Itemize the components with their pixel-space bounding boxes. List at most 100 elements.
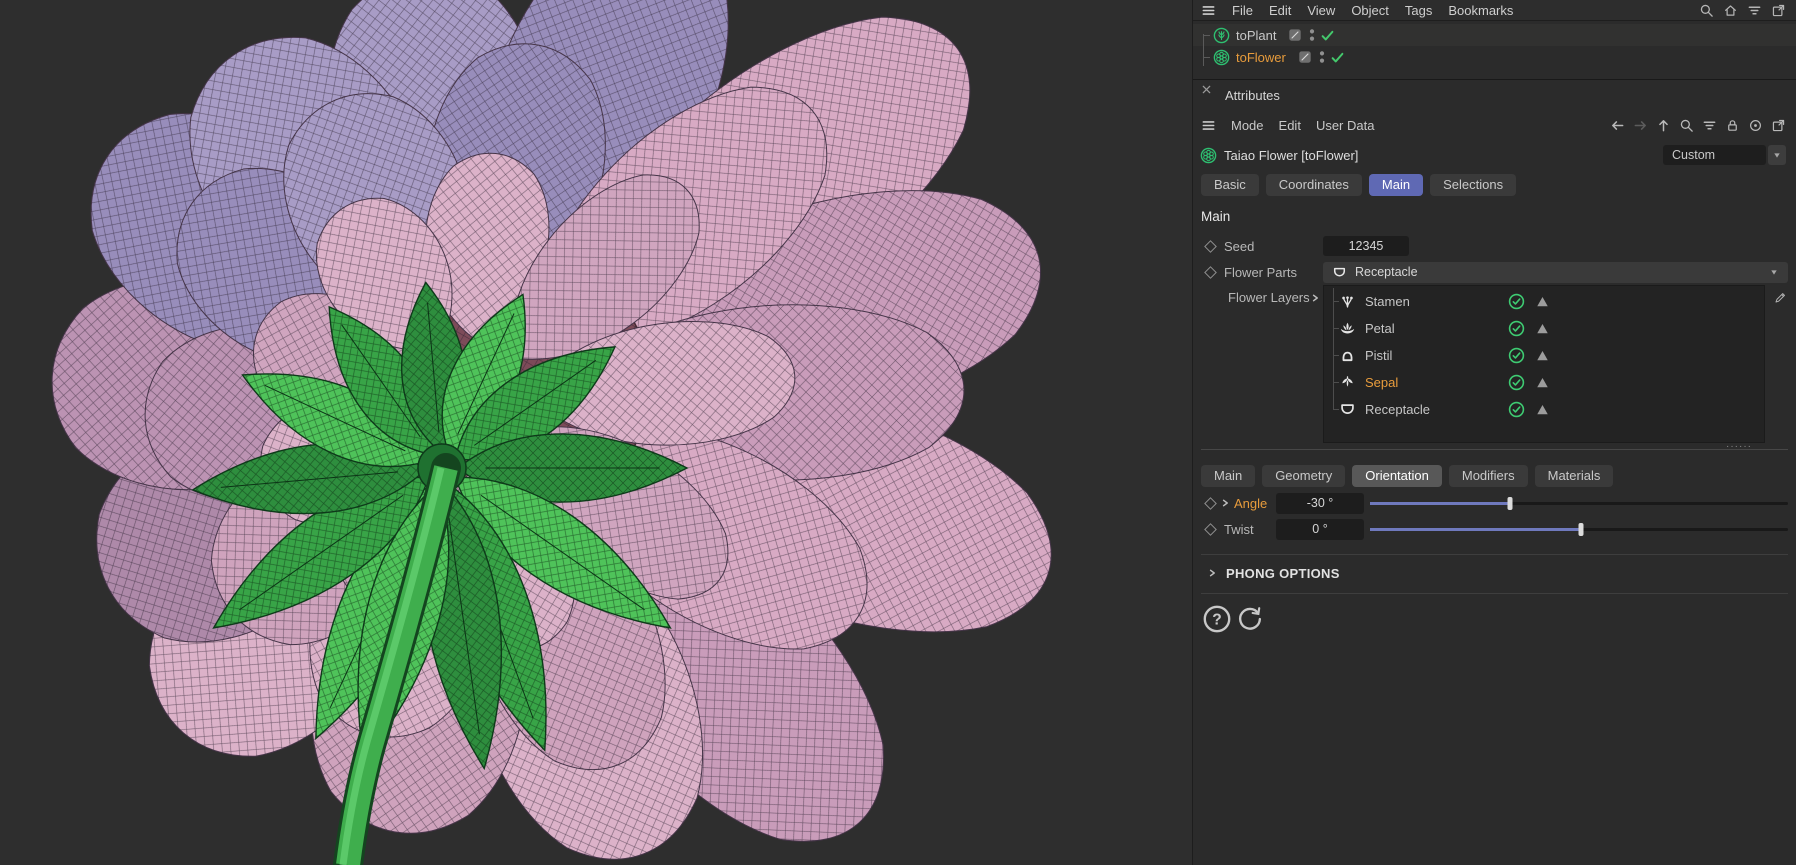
menu-file[interactable]: File [1232,3,1253,18]
tab-modifiers[interactable]: Modifiers [1448,465,1528,487]
hamburger-menu-icon[interactable] [1201,3,1216,18]
seed-input[interactable]: 12345 [1323,236,1409,256]
hamburger-menu-icon[interactable] [1201,118,1216,133]
menu-edit[interactable]: Edit [1279,118,1301,133]
plant-object-icon [1213,27,1230,44]
slider-handle[interactable] [1578,522,1584,536]
layer-triangle-icon[interactable] [1535,402,1550,417]
layer-enabled-check-icon[interactable] [1508,374,1525,391]
layer-triangle-icon[interactable] [1535,321,1550,336]
undock-icon[interactable] [1771,3,1786,18]
lock-icon[interactable] [1725,118,1740,133]
flower-parts-row: Flower Parts Receptacle [1193,259,1796,285]
menu-object[interactable]: Object [1351,3,1389,18]
preset-dropdown[interactable]: Custom [1663,145,1766,165]
seed-row: Seed 12345 [1193,233,1796,259]
layer-name[interactable]: Receptacle [1365,402,1430,417]
3d-viewport[interactable] [0,0,1192,865]
layer-enabled-check-icon[interactable] [1508,320,1525,337]
edit-tag-icon[interactable] [1298,50,1312,64]
menu-user-data[interactable]: User Data [1316,118,1375,133]
back-arrow-icon[interactable] [1610,118,1625,133]
layer-triangle-icon[interactable] [1535,294,1550,309]
menu-bookmarks[interactable]: Bookmarks [1448,3,1513,18]
tab-selections[interactable]: Selections [1430,174,1517,196]
reset-icon[interactable] [1235,604,1265,634]
list-resize-divider: ······ [1201,441,1788,457]
layer-triangle-icon[interactable] [1535,375,1550,390]
chevron-right-icon[interactable] [1220,498,1230,508]
tab-coordinates[interactable]: Coordinates [1265,174,1362,196]
menu-mode[interactable]: Mode [1231,118,1264,133]
keyframe-diamond-icon[interactable] [1204,496,1217,510]
angle-label: Angle [1234,495,1268,511]
tab-orientation[interactable]: Orientation [1352,465,1442,487]
search-icon[interactable] [1679,118,1694,133]
layer-name[interactable]: Petal [1365,321,1395,336]
layer-name[interactable]: Sepal [1365,375,1398,390]
keyframe-diamond-icon[interactable] [1204,239,1217,253]
layer-row-pistil[interactable]: Pistil [1324,342,1764,369]
edit-tag-icon[interactable] [1288,28,1302,42]
layer-enabled-check-icon[interactable] [1508,293,1525,310]
filter-icon[interactable] [1747,3,1762,18]
close-icon[interactable] [1201,84,1212,95]
object-name[interactable]: toFlower [1236,50,1286,65]
layer-enabled-check-icon[interactable] [1508,401,1525,418]
layer-name[interactable]: Pistil [1365,348,1392,363]
tab-materials[interactable]: Materials [1534,465,1614,487]
flower-layers-list: Stamen Petal Pistil Sepal Receptacle [1323,285,1765,443]
resize-handle[interactable]: ······ [1726,441,1752,452]
flower-parts-dropdown[interactable]: Receptacle [1323,261,1788,283]
forward-arrow-icon[interactable] [1633,118,1648,133]
visibility-dots-icon[interactable] [1308,27,1316,43]
object-row-toplant[interactable]: toPlant [1193,24,1796,46]
visibility-dots-icon[interactable] [1318,49,1326,65]
tab-main[interactable]: Main [1368,174,1424,196]
target-icon[interactable] [1748,118,1763,133]
layer-triangle-icon[interactable] [1535,348,1550,363]
tree-branch [1333,355,1339,356]
object-row-toflower[interactable]: toFlower [1193,46,1796,68]
object-title-row: Taiao Flower [toFlower] Custom [1193,140,1796,170]
slider-fill [1370,527,1581,531]
object-name[interactable]: toPlant [1236,28,1276,43]
menu-edit[interactable]: Edit [1269,3,1291,18]
attributes-panel: Attributes Mode Edit User Data Taiao Flo… [1193,79,1796,634]
tab-geometry[interactable]: Geometry [1262,465,1346,487]
home-icon[interactable] [1723,3,1738,18]
preset-dropdown-caret[interactable] [1768,145,1786,165]
phong-options-header[interactable]: PHONG OPTIONS [1193,555,1796,591]
up-arrow-icon[interactable] [1656,118,1671,133]
layer-row-sepal[interactable]: Sepal [1324,369,1764,396]
layer-row-stamen[interactable]: Stamen [1324,288,1764,315]
angle-slider[interactable] [1370,496,1788,510]
layer-enabled-check-icon[interactable] [1508,347,1525,364]
keyframe-diamond-icon[interactable] [1204,265,1217,279]
layer-row-petal[interactable]: Petal [1324,315,1764,342]
keyframe-diamond-icon[interactable] [1204,522,1217,536]
pencil-icon[interactable] [1773,291,1787,305]
angle-input[interactable]: -30 ° [1276,492,1364,514]
enabled-check-icon[interactable] [1330,50,1345,65]
enabled-check-icon[interactable] [1320,28,1335,43]
filter-icon[interactable] [1702,118,1717,133]
undock-icon[interactable] [1771,118,1786,133]
slider-fill [1370,501,1511,505]
menu-view[interactable]: View [1307,3,1335,18]
tab-basic[interactable]: Basic [1201,174,1259,196]
svg-text:?: ? [1212,612,1221,629]
twist-input[interactable]: 0 ° [1276,518,1364,540]
menu-tags[interactable]: Tags [1405,3,1432,18]
slider-handle[interactable] [1507,496,1513,510]
tree-branch [1333,382,1339,383]
help-icon[interactable]: ? [1202,604,1232,634]
attributes-header: Attributes [1193,80,1796,110]
layer-row-receptacle[interactable]: Receptacle [1324,396,1764,423]
search-icon[interactable] [1699,3,1714,18]
flower-parts-label: Flower Parts [1224,264,1297,280]
chevron-right-icon[interactable] [1310,293,1320,303]
twist-slider[interactable] [1370,522,1788,536]
layer-name[interactable]: Stamen [1365,294,1410,309]
tab-main[interactable]: Main [1201,465,1256,487]
